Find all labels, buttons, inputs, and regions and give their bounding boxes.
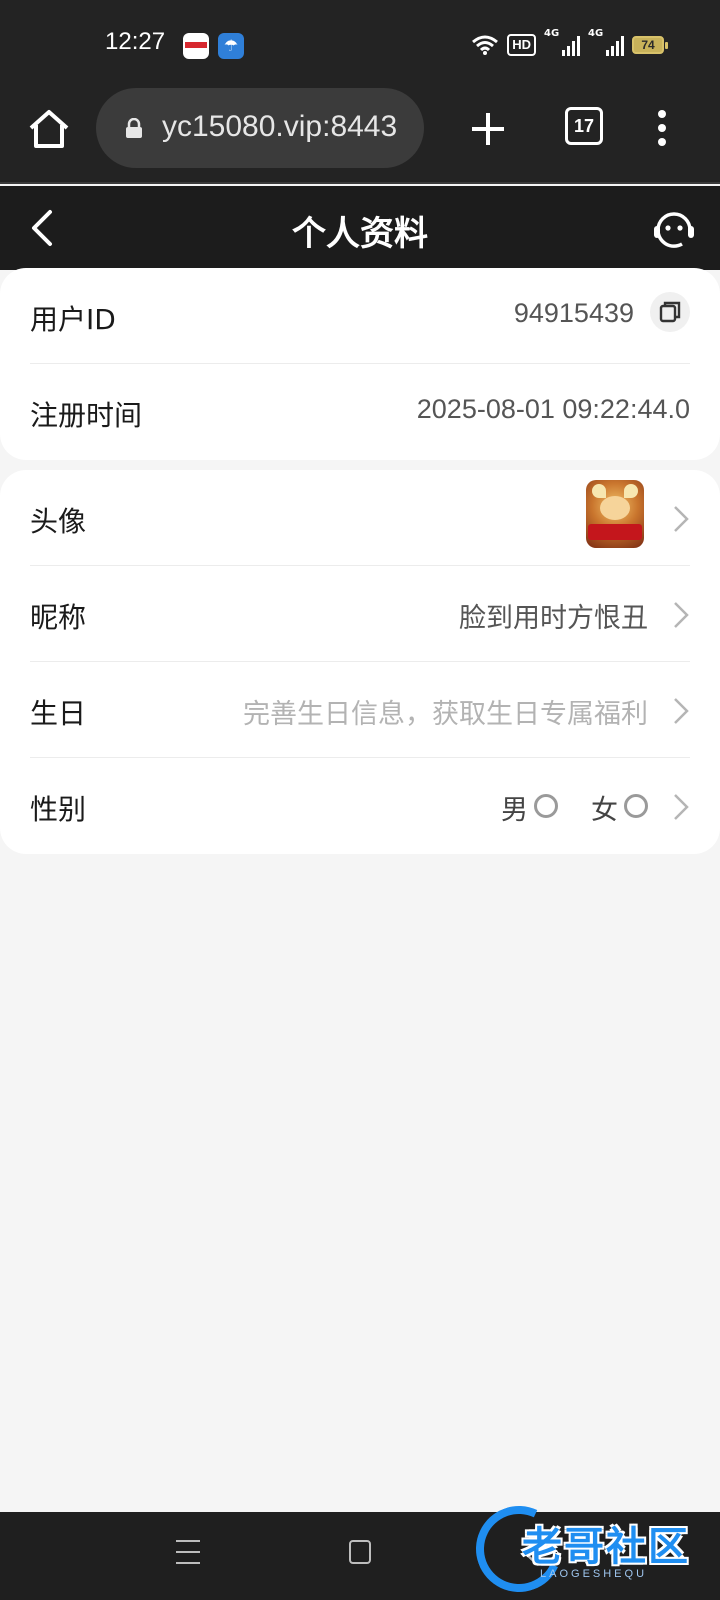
status-indicators: HD 4G 4G 74 <box>471 28 668 60</box>
gender-option-male-label: 男 <box>501 795 528 826</box>
birthday-row[interactable]: 生日 完善生日信息，获取生日专属福利 <box>30 662 690 758</box>
battery-icon: 74 <box>632 36 668 54</box>
user-id-label: 用户ID <box>30 303 116 336</box>
copy-icon[interactable] <box>650 292 690 332</box>
user-id-row: 用户ID 94915439 <box>30 268 690 364</box>
status-bar: 12:27 ☂ HD 4G 4G 74 <box>0 0 720 88</box>
nickname-label: 昵称 <box>30 601 87 634</box>
birthday-placeholder: 完善生日信息，获取生日专属福利 <box>243 699 648 730</box>
gender-female-radio[interactable] <box>624 794 648 818</box>
chevron-right-icon <box>674 602 689 628</box>
recent-apps-icon[interactable] <box>176 1540 200 1566</box>
profile-settings-card: 头像 昵称 脸到用时方恨丑 生日 完善生日信息，获取生日专属福利 性别 男 女 <box>0 470 720 854</box>
network-type-label: 4G <box>588 28 604 39</box>
notification-app-icon: ☂ <box>218 33 244 59</box>
lock-icon <box>126 118 142 138</box>
wifi-icon <box>472 35 499 55</box>
signal-icon: 4G <box>544 28 580 56</box>
chevron-right-icon <box>674 698 689 724</box>
hikvision-app-icon <box>183 33 209 59</box>
browser-toolbar: yc15080.vip:8443 17 <box>0 88 720 184</box>
hd-voice-badge: HD <box>507 34 536 56</box>
chevron-right-icon <box>674 506 689 532</box>
nickname-value: 脸到用时方恨丑 <box>459 603 648 634</box>
gender-label: 性别 <box>30 793 87 826</box>
home-nav-icon[interactable] <box>349 1540 371 1564</box>
gender-option-female-label: 女 <box>591 795 618 826</box>
url-text[interactable]: yc15080.vip:8443 <box>162 110 397 144</box>
nickname-row[interactable]: 昵称 脸到用时方恨丑 <box>30 566 690 662</box>
network-type-label: 4G <box>544 28 560 39</box>
address-bar[interactable]: yc15080.vip:8443 <box>96 88 424 168</box>
tab-switcher-button[interactable]: 17 <box>565 107 603 145</box>
watermark-logo: 老哥社区 LAOGESHEQU <box>463 1493 716 1600</box>
new-tab-icon[interactable] <box>466 107 510 151</box>
home-icon[interactable] <box>26 106 72 152</box>
gender-male-radio[interactable] <box>534 794 558 818</box>
gender-row: 性别 男 女 <box>30 758 690 854</box>
register-time-row: 注册时间 2025-08-01 09:22:44.0 <box>30 364 690 460</box>
user-id-value: 94915439 <box>513 298 634 328</box>
page-title: 个人资料 <box>292 214 428 254</box>
register-time-value: 2025-08-01 09:22:44.0 <box>416 394 690 424</box>
birthday-label: 生日 <box>30 697 87 730</box>
avatar-row[interactable]: 头像 <box>30 470 690 566</box>
watermark-title: 老哥社区 <box>522 1524 690 1570</box>
register-time-label: 注册时间 <box>30 399 143 432</box>
account-info-card: 用户ID 94915439 注册时间 2025-08-01 09:22:44.0 <box>0 268 720 460</box>
more-menu-icon[interactable] <box>652 108 672 152</box>
status-time: 12:27 <box>105 28 166 55</box>
page-header: 个人资料 <box>0 186 720 270</box>
avatar[interactable] <box>586 480 644 548</box>
watermark-subtitle: LAOGESHEQU <box>540 1568 648 1580</box>
signal-icon: 4G <box>588 28 624 56</box>
customer-service-icon[interactable] <box>650 204 698 252</box>
chevron-right-icon <box>674 794 689 820</box>
avatar-label: 头像 <box>30 505 87 538</box>
